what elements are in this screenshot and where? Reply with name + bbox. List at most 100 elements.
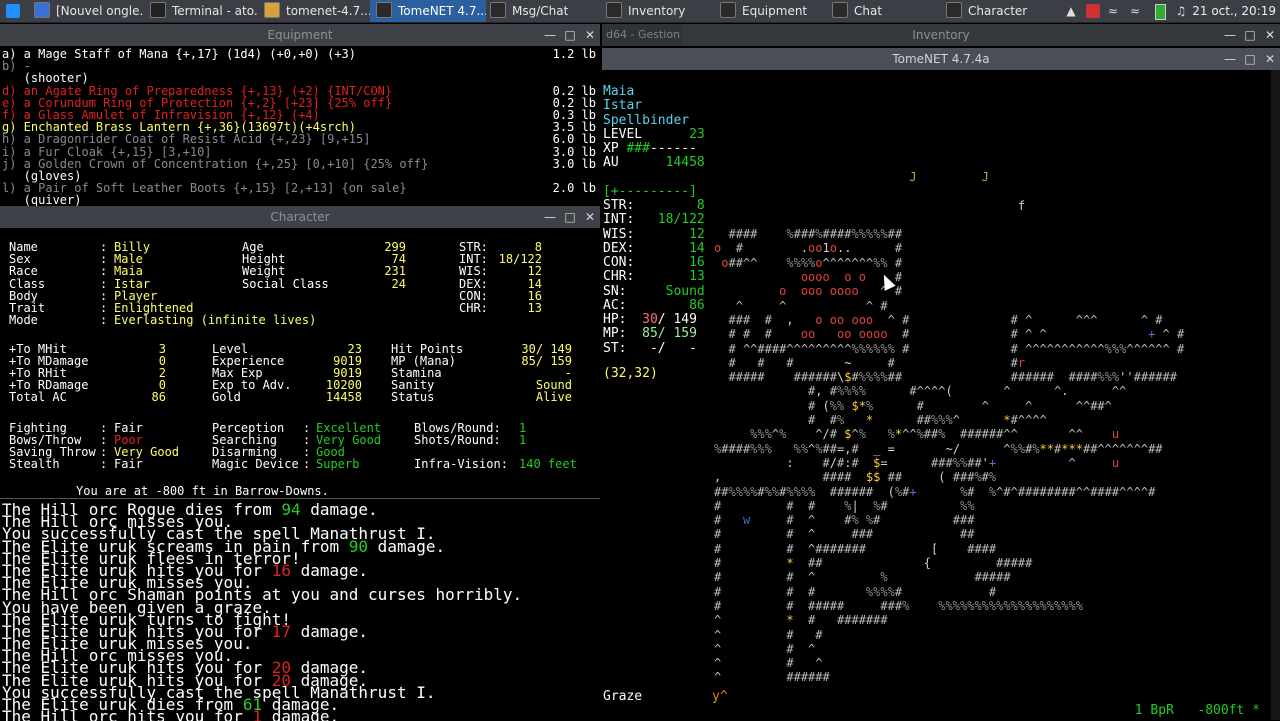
gestion-window-title[interactable]: d64 - Gestion	[602, 24, 682, 46]
character-window: Character — □ ✕ Name: Billy Sex: Male Race: M…	[0, 206, 600, 498]
minimize-icon[interactable]: —	[1220, 24, 1240, 46]
equipment-row[interactable]: a) a Mage Staff of Mana {+,17} (1d4) (+0…	[2, 48, 596, 60]
colon-separator: :	[100, 420, 108, 435]
battery-icon[interactable]	[1155, 4, 1166, 20]
sidebar-line: CON: 16	[603, 255, 705, 270]
map-row: # w # ^ #% %# ###	[714, 513, 975, 528]
status-effect: Graze	[603, 689, 643, 704]
map-row: # * ## { #####	[714, 556, 1033, 571]
message-damage: 94	[281, 500, 301, 519]
message-damage: 16	[271, 560, 291, 580]
message-line: The Hill orc Shaman points at you and cu…	[2, 585, 522, 604]
close-icon[interactable]: ✕	[580, 24, 600, 46]
map-row: # # # %| %# %%	[714, 498, 975, 513]
map-row: ^ ^ ^ #	[735, 298, 888, 313]
combat-value: 3	[158, 341, 166, 356]
round-label: Blows/Round:	[414, 420, 501, 435]
clock[interactable]: 21 oct., 20:19	[1192, 0, 1276, 22]
map-row: ^ ######	[714, 670, 830, 685]
close-icon[interactable]: ✕	[1260, 24, 1280, 46]
message-suffix: damage.	[368, 536, 446, 556]
equipment-titlebar[interactable]: Equipment — □ ✕	[0, 24, 600, 46]
app-menu-icon[interactable]	[2, 0, 24, 22]
equipment-item-name: (quiver)	[2, 193, 82, 206]
combat-label: Total AC	[9, 390, 67, 405]
character-titlebar[interactable]: Character — □ ✕	[0, 206, 600, 228]
taskbar-item[interactable]: Inventory	[600, 0, 716, 22]
map-row: #### %###%####%%%%%##	[728, 227, 903, 242]
map-row: o ooo oooo ^ #	[779, 284, 903, 299]
dungeon-map[interactable]: J J f #### %###%####%%%%%## o # .oo1o.. #…	[714, 170, 1184, 685]
combat-label: +To MHit	[9, 341, 67, 356]
vital-label: Hit Points	[391, 341, 464, 356]
taskbar-item[interactable]: [Nouvel ongle...	[28, 0, 144, 22]
map-row: : #/#:# $= ###%%##'+ ^ u	[786, 455, 1120, 470]
minimize-icon[interactable]: —	[540, 206, 560, 228]
map-row: , #### $$ ## ( ###%#%	[714, 470, 997, 485]
progress-value: 14458	[325, 390, 362, 405]
maximize-icon[interactable]: □	[1240, 48, 1260, 70]
status-middle: y^	[712, 689, 728, 704]
message-log: The Hill orc Rogue dies from 94 damage. T…	[2, 500, 522, 721]
equipment-row[interactable]: l) a Pair of Soft Leather Boots {+,15} […	[2, 182, 596, 194]
taskbar-item[interactable]: Equipment	[714, 0, 828, 22]
maximize-icon[interactable]: □	[560, 206, 580, 228]
message-suffix: damage.	[290, 621, 369, 641]
taskbar-item[interactable]: Character	[940, 0, 1056, 22]
sidebar-line: Spellbinder	[603, 112, 690, 128]
message-line: You successfully cast the spell Manathru…	[2, 524, 522, 543]
message-text: The Hill orc hits you for	[2, 707, 253, 721]
taskbar-item-label: Msg/Chat	[512, 4, 569, 18]
game-screen[interactable]: Maia Istar Spellbinder LEVEL 23 XP ###------…	[602, 70, 1280, 720]
inventory-titlebar[interactable]: Inventory — □ ✕	[602, 24, 1280, 46]
map-row: o##^^ %%%%o^^^^^^^%% #	[721, 255, 903, 270]
close-icon[interactable]: ✕	[580, 206, 600, 228]
taskbar-item-label: [Nouvel ongle...	[56, 4, 144, 18]
vital-label: Status	[391, 390, 435, 405]
record-icon[interactable]	[1086, 4, 1100, 18]
maximize-icon[interactable]: □	[560, 24, 580, 46]
close-icon[interactable]: ✕	[1260, 48, 1280, 70]
taskbar-item-label: Terminal - ato...	[172, 4, 258, 18]
taskbar-item-label: tomenet-4.7....	[286, 4, 370, 18]
window-icon	[376, 2, 392, 18]
message-suffix: damage.	[290, 560, 369, 580]
taskbar-item-label: Chat	[854, 4, 883, 18]
equipment-title: Equipment	[267, 28, 333, 42]
taskbar: [Nouvel ongle... Terminal - ato... tomenet…	[0, 0, 1280, 23]
message-suffix: damage.	[262, 707, 340, 721]
sidebar-line: XP ###------	[603, 141, 697, 156]
taskbar-item[interactable]: TomeNET 4.7....	[370, 0, 486, 22]
equipment-item-weight: 3.0 lb	[552, 156, 596, 171]
info-label: Race	[9, 264, 38, 279]
status-depth: 1 BpR -800ft *	[1134, 703, 1260, 718]
info-label: Class	[9, 276, 46, 291]
bluetooth-icon[interactable]: ≈	[1106, 4, 1120, 18]
taskbar-item[interactable]: Terminal - ato...	[144, 0, 258, 22]
coordinates-readout: (32,32)	[603, 366, 658, 381]
minimize-icon[interactable]: —	[1220, 48, 1240, 70]
map-row: ### # , o oo ooo ^ # # ^ ^^^ ^ #	[728, 312, 1163, 327]
equipment-row[interactable]: b) -	[2, 60, 596, 72]
volume-icon[interactable]: ♫	[1174, 4, 1188, 18]
equipment-item-weight: 3.0 lb	[552, 144, 596, 159]
colon-separator: :	[100, 264, 108, 279]
sidebar-line: ST: -/ -	[603, 340, 697, 356]
maximize-icon[interactable]: □	[1240, 24, 1260, 46]
notification-bell-icon[interactable]: ▲	[1064, 4, 1078, 18]
taskbar-item[interactable]: Msg/Chat	[484, 0, 600, 22]
map-row: %%%^% ^/# $^% %*^^%##% ######^^ ^^ u	[750, 427, 1120, 442]
sidebar-line: Istar	[603, 98, 643, 114]
tomenet-titlebar[interactable]: TomeNET 4.7.4a — □ ✕	[602, 48, 1280, 70]
equipment-row[interactable]: (quiver)	[2, 194, 596, 206]
location-text: You are at -800 ft in Barrow-Downs.	[76, 483, 329, 498]
map-row	[714, 184, 1184, 198]
combat-value: 86	[151, 390, 166, 405]
taskbar-item[interactable]: Chat	[826, 0, 942, 22]
skill-value: Fair	[114, 457, 143, 472]
equipment-row[interactable]: j) a Golden Crown of Concentration {+,25…	[2, 158, 596, 170]
minimize-icon[interactable]: —	[540, 24, 560, 46]
scrollbar[interactable]	[1271, 70, 1280, 720]
wifi-icon[interactable]: ≈	[1128, 4, 1142, 18]
taskbar-item[interactable]: tomenet-4.7....	[258, 0, 370, 22]
